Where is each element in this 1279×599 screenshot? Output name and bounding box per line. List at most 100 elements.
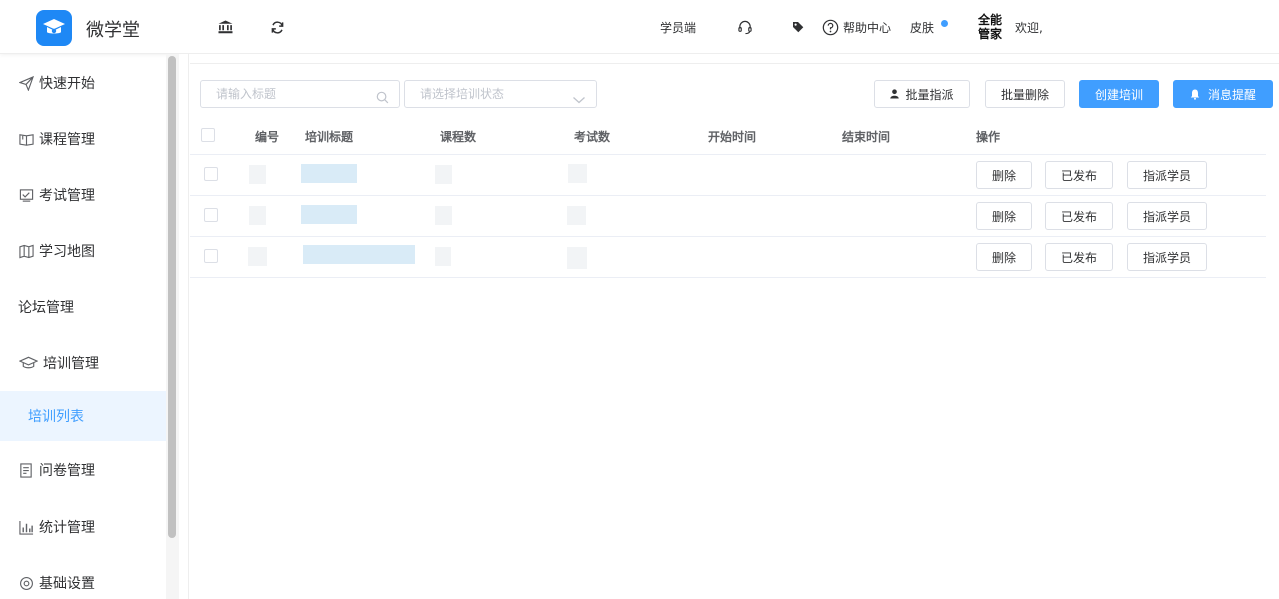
sidebar-item-exams[interactable]: 考试管理 — [0, 167, 166, 223]
delete-button[interactable]: 删除 — [976, 161, 1032, 189]
skin-switcher[interactable]: 皮肤 — [910, 19, 934, 36]
brand-name: 全能管家 — [977, 13, 1002, 41]
message-reminder-button[interactable]: 消息提醒 — [1173, 80, 1273, 108]
column-header-course-count: 课程数 — [440, 130, 477, 144]
bell-icon — [1190, 89, 1200, 100]
search-icon — [376, 87, 389, 113]
column-header-start-time: 开始时间 — [708, 130, 757, 144]
row-checkbox[interactable] — [204, 167, 218, 181]
graduation-logo-icon — [36, 10, 72, 46]
column-header-end-time: 结束时间 — [842, 130, 891, 144]
graduation-cap-icon — [18, 355, 38, 371]
sidebar-item-learning-map[interactable]: 学习地图 — [0, 223, 166, 279]
settings-icon — [18, 575, 34, 591]
sidebar-item-label: 培训列表 — [28, 409, 84, 425]
sidebar-item-label: 课程管理 — [39, 132, 95, 148]
row-course-count-placeholder — [435, 206, 452, 225]
sidebar: 微学堂 快速开始 课程管理 考试管理 学习地图 论坛管理 培训管理 培训列表 问… — [0, 0, 178, 599]
row-course-count-placeholder — [435, 247, 451, 266]
bank-icon[interactable] — [216, 18, 234, 36]
row-id-placeholder — [249, 165, 266, 184]
row-exam-count-placeholder — [568, 164, 587, 183]
row-checkbox[interactable] — [204, 249, 218, 263]
sidebar-item-label: 统计管理 — [39, 520, 95, 536]
sidebar-item-forum[interactable]: 论坛管理 — [0, 279, 166, 335]
row-exam-count-placeholder — [567, 206, 586, 225]
sidebar-item-surveys[interactable]: 问卷管理 — [0, 441, 166, 499]
row-title-placeholder[interactable] — [301, 164, 357, 183]
help-circle-icon[interactable] — [821, 18, 839, 36]
column-header-exam-count: 考试数 — [574, 130, 611, 144]
assign-students-button[interactable]: 指派学员 — [1127, 161, 1207, 189]
title-search-input[interactable]: 请输入标题 — [200, 80, 400, 108]
delete-button[interactable]: 删除 — [976, 202, 1032, 230]
survey-icon — [18, 462, 34, 478]
sidebar-item-courses[interactable]: 课程管理 — [0, 111, 166, 167]
assign-students-button[interactable]: 指派学员 — [1127, 243, 1207, 271]
sidebar-item-label: 考试管理 — [39, 188, 95, 204]
row-divider — [190, 236, 1266, 237]
row-divider — [190, 277, 1266, 278]
row-id-placeholder — [249, 206, 266, 225]
column-header-actions: 操作 — [976, 130, 1001, 144]
batch-assign-label: 批量指派 — [905, 87, 954, 102]
top-header: 学员端 帮助中心 皮肤 全能管家 欢迎, — [178, 0, 1279, 54]
row-title-placeholder[interactable] — [303, 245, 415, 264]
row-divider — [190, 195, 1266, 196]
sidebar-item-label: 培训管理 — [43, 356, 99, 372]
row-id-placeholder — [248, 247, 267, 266]
delete-button[interactable]: 删除 — [976, 243, 1032, 271]
exam-icon — [18, 187, 34, 203]
send-icon — [18, 75, 34, 91]
sidebar-scrollbar-thumb[interactable] — [168, 56, 176, 538]
batch-delete-button[interactable]: 批量删除 — [985, 80, 1065, 108]
training-status-select[interactable]: 请选择培训状态 — [404, 80, 597, 108]
app-name: 微学堂 — [86, 20, 140, 41]
header-row-divider — [190, 154, 1266, 155]
training-status-placeholder: 请选择培训状态 — [420, 87, 505, 101]
sidebar-item-training[interactable]: 培训管理 — [0, 335, 166, 391]
published-button[interactable]: 已发布 — [1045, 161, 1113, 189]
sidebar-item-label: 问卷管理 — [39, 463, 95, 479]
create-training-label: 创建培训 — [1094, 87, 1143, 102]
batch-delete-label: 批量删除 — [1000, 87, 1049, 102]
welcome-text: 欢迎, — [1015, 21, 1043, 35]
assign-students-button[interactable]: 指派学员 — [1127, 202, 1207, 230]
create-training-button[interactable]: 创建培训 — [1079, 80, 1159, 108]
column-header-title: 培训标题 — [305, 130, 354, 144]
skin-notification-dot — [941, 20, 948, 27]
sidebar-menu: 快速开始 课程管理 考试管理 学习地图 论坛管理 培训管理 培训列表 问卷管理 — [0, 55, 166, 599]
sidebar-item-statistics[interactable]: 统计管理 — [0, 499, 166, 555]
sidebar-item-settings[interactable]: 基础设置 — [0, 555, 166, 599]
column-header-id: 编号 — [255, 130, 280, 144]
title-search-placeholder: 请输入标题 — [216, 87, 277, 101]
user-icon — [890, 89, 900, 99]
sidebar-item-label: 基础设置 — [39, 576, 95, 592]
sidebar-item-training-list[interactable]: 培训列表 — [0, 391, 166, 441]
message-reminder-label: 消息提醒 — [1207, 87, 1256, 102]
student-portal-link[interactable]: 学员端 — [660, 19, 696, 36]
book-icon — [18, 131, 34, 147]
sidebar-item-quick-start[interactable]: 快速开始 — [0, 55, 166, 111]
tag-icon[interactable] — [789, 18, 807, 36]
logo-bar: 微学堂 — [0, 0, 178, 54]
row-title-placeholder[interactable] — [301, 205, 357, 224]
published-button[interactable]: 已发布 — [1045, 243, 1113, 271]
bar-chart-icon — [18, 519, 34, 535]
select-all-checkbox[interactable] — [201, 128, 215, 142]
published-button[interactable]: 已发布 — [1045, 202, 1113, 230]
refresh-icon[interactable] — [268, 18, 286, 36]
sidebar-item-label: 快速开始 — [39, 76, 95, 92]
row-course-count-placeholder — [435, 165, 452, 184]
row-checkbox[interactable] — [204, 208, 218, 222]
row-exam-count-placeholder — [567, 247, 587, 269]
headset-icon[interactable] — [736, 18, 754, 36]
content-top-border — [190, 63, 1279, 64]
help-center-link[interactable]: 帮助中心 — [843, 19, 891, 36]
sidebar-item-label: 论坛管理 — [18, 300, 74, 316]
sidebar-item-label: 学习地图 — [39, 244, 95, 260]
sidebar-divider — [188, 54, 189, 599]
map-icon — [18, 243, 34, 259]
chevron-down-icon — [572, 88, 586, 114]
batch-assign-button[interactable]: 批量指派 — [874, 80, 970, 108]
